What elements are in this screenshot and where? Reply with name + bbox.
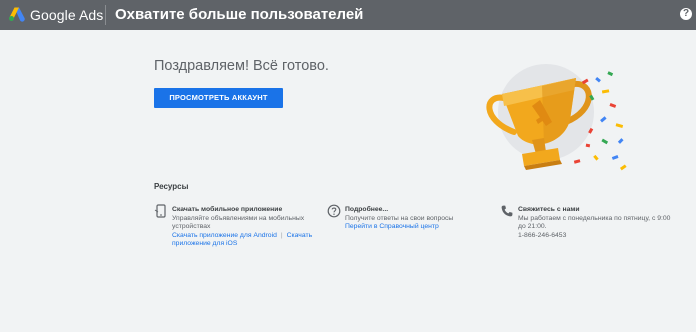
help-center-link[interactable]: Перейти в Справочный центр <box>345 223 439 230</box>
telephone-icon <box>501 205 513 217</box>
link-separator: | <box>280 231 283 239</box>
brand-name[interactable]: Google Ads <box>30 7 103 23</box>
android-app-link[interactable]: Скачать приложение для Android <box>172 232 277 239</box>
learn-more-heading: Подробнее... <box>345 206 389 213</box>
contact-heading: Свяжитесь с нами <box>518 206 580 213</box>
phone-icon <box>154 204 166 218</box>
trophy-illustration <box>486 64 627 171</box>
contact-phone[interactable]: 1-866-246-6453 <box>518 232 680 241</box>
contact-hours: Мы работаем с понедельника по пятницу, с… <box>518 214 671 231</box>
page-title: Охватите больше пользователей <box>115 6 364 23</box>
congratulations-heading: Поздравляем! Всё готово. <box>154 58 329 74</box>
mobile-app-heading: Скачать мобильное приложение <box>172 206 283 213</box>
resources-heading: Ресурсы <box>154 182 189 191</box>
header-divider <box>105 5 106 25</box>
top-bar: Google Ads Охватите больше пользователей… <box>0 0 696 30</box>
learn-more-description: Получите ответы на свои вопросы <box>345 214 454 222</box>
google-ads-logo-icon[interactable] <box>8 6 26 22</box>
question-icon <box>327 204 341 218</box>
mobile-app-description: Управляйте объявлениями на мобильных уст… <box>172 214 305 231</box>
help-icon[interactable]: ? <box>680 8 692 20</box>
view-account-button[interactable]: ПРОСМОТРЕТЬ АККАУНТ <box>154 88 283 108</box>
